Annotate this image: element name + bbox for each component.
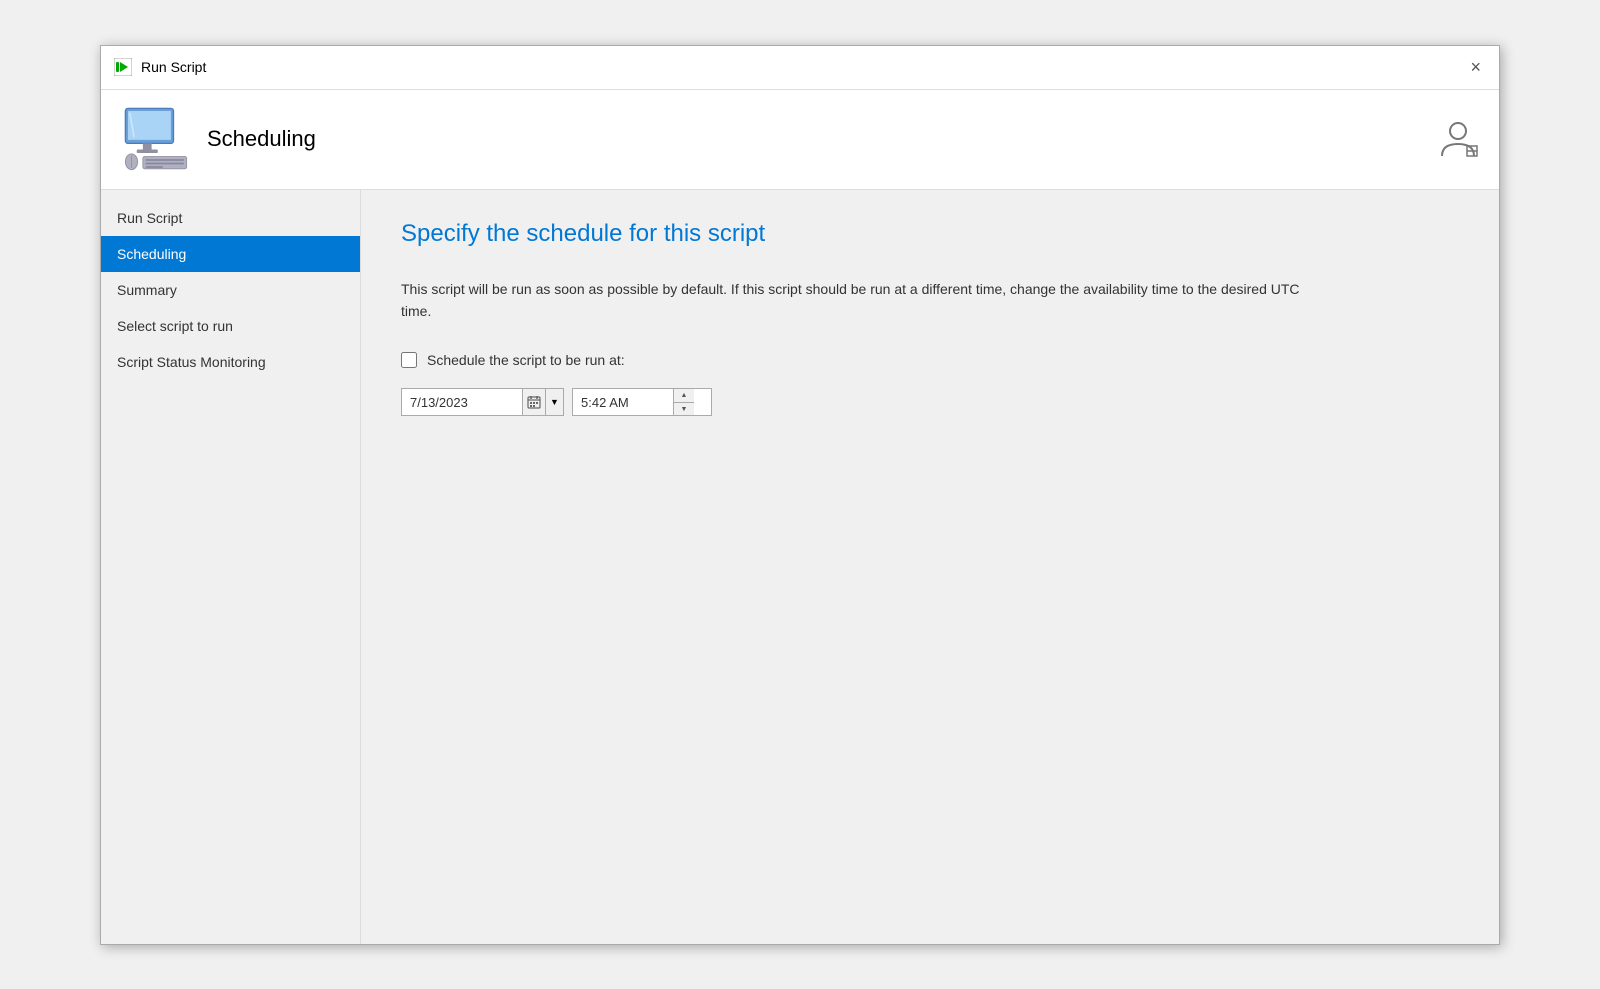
checkbox-row: Schedule the script to be run at: [401,352,1459,368]
schedule-checkbox-label: Schedule the script to be run at: [427,352,625,368]
time-field: ▲ ▼ [572,388,712,416]
time-spin-up-button[interactable]: ▲ [674,389,694,403]
sidebar-item-select-script[interactable]: Select script to run [101,308,360,344]
date-field: ▼ [401,388,564,416]
date-input[interactable] [402,393,522,412]
header-left: Scheduling [121,104,316,174]
header-title: Scheduling [207,126,316,152]
content-area: Specify the schedule for this script Thi… [361,190,1499,944]
content-title: Specify the schedule for this script [401,220,1459,248]
main-content: Run Script Scheduling Summary Select scr… [101,190,1499,944]
close-button[interactable]: × [1464,56,1487,78]
run-script-dialog: Run Script × [100,45,1500,945]
title-bar-text: Run Script [141,59,206,75]
date-dropdown-button[interactable]: ▼ [545,389,563,415]
sidebar-item-script-status[interactable]: Script Status Monitoring [101,344,360,380]
run-script-title-icon [113,57,133,77]
time-spinner: ▲ ▼ [673,389,694,415]
header-section: Scheduling [101,90,1499,190]
schedule-checkbox[interactable] [401,352,417,368]
computer-icon [121,104,191,174]
time-spin-down-button[interactable]: ▼ [674,403,694,416]
title-bar-left: Run Script [113,57,206,77]
time-input[interactable] [573,393,673,412]
calendar-icon-button[interactable] [523,389,545,415]
sidebar-item-run-script[interactable]: Run Script [101,200,360,236]
sidebar: Run Script Scheduling Summary Select scr… [101,190,361,944]
description-text: This script will be run as soon as possi… [401,278,1301,323]
datetime-row: ▼ ▲ ▼ [401,388,1459,416]
title-bar: Run Script × [101,46,1499,90]
sidebar-item-scheduling[interactable]: Scheduling [101,236,360,272]
date-field-buttons: ▼ [522,389,563,415]
sidebar-item-summary[interactable]: Summary [101,272,360,308]
user-icon [1437,118,1479,160]
